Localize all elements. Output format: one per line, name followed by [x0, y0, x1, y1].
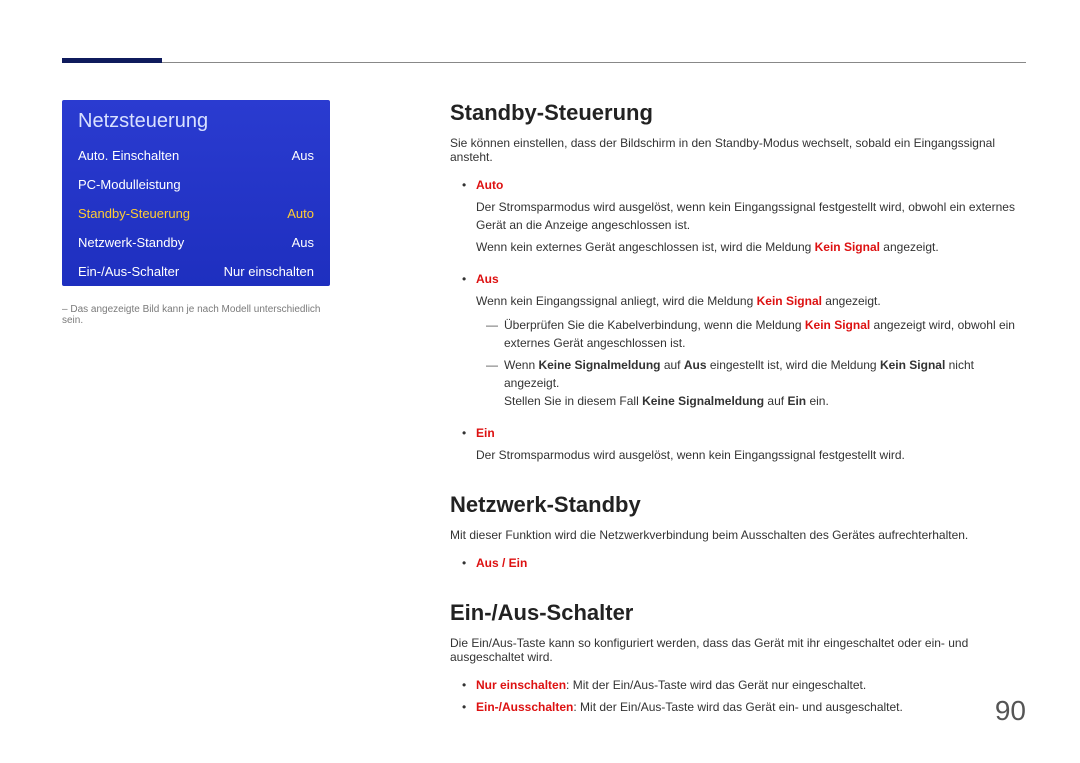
text: Wenn [504, 358, 538, 372]
topbar-rule [62, 62, 1026, 63]
text: : Mit der Ein/Aus-Taste wird das Gerät n… [566, 678, 866, 692]
text: auf [660, 358, 683, 372]
ein-p1: Der Stromsparmodus wird ausgelöst, wenn … [476, 446, 1030, 464]
menu-box: Netzsteuerung Auto. Einschalten Aus PC-M… [62, 100, 330, 286]
menu-item-value: Aus [292, 148, 314, 163]
menu-note: Das angezeigte Bild kann je nach Modell … [62, 304, 330, 326]
menu-item-label: Auto. Einschalten [78, 148, 179, 163]
menu-item-value: Aus [292, 235, 314, 250]
menu-item-label: PC-Modulleistung [78, 177, 181, 192]
label-ein-ausschalten: Ein-/Ausschalten [476, 700, 573, 714]
aus-p1: Wenn kein Eingangssignal anliegt, wird d… [476, 292, 1030, 310]
menu-item-label: Netzwerk-Standby [78, 235, 184, 250]
menu-item-standby-steuerung[interactable]: Standby-Steuerung Auto [62, 199, 330, 228]
section-schalter: Ein-/Aus-Schalter Die Ein/Aus-Taste kann… [450, 600, 1030, 716]
text: auf [764, 394, 787, 408]
bullet-ein: Ein Der Stromsparmodus wird ausgelöst, w… [454, 424, 1030, 464]
right-column: Standby-Steuerung Sie können einstellen,… [450, 100, 1030, 744]
left-column: Netzsteuerung Auto. Einschalten Aus PC-M… [62, 100, 330, 326]
standby-lead: Sie können einstellen, dass der Bildschi… [450, 136, 1030, 164]
menu-item-value: Nur einschalten [224, 264, 314, 279]
text: angezeigt. [822, 294, 881, 308]
text: Stellen Sie in diesem Fall [504, 394, 642, 408]
page-number: 90 [995, 695, 1026, 727]
topbar [0, 32, 1080, 64]
section-standby: Standby-Steuerung Sie können einstellen,… [450, 100, 1030, 464]
auto-p2: Wenn kein externes Gerät angeschlossen i… [476, 238, 1030, 256]
text-aus: Aus [684, 358, 707, 372]
heading-netzwerk: Netzwerk-Standby [450, 492, 1030, 518]
label-auto: Auto [476, 178, 503, 192]
text: : Mit der Ein/Aus-Taste wird das Gerät e… [573, 700, 903, 714]
text-kein-signal: Kein Signal [880, 358, 945, 372]
menu-items: Auto. Einschalten Aus PC-Modulleistung S… [62, 141, 330, 286]
menu-item-netzwerk-standby[interactable]: Netzwerk-Standby Aus [62, 228, 330, 257]
schalter-lead: Die Ein/Aus-Taste kann so konfiguriert w… [450, 636, 1030, 664]
aus-sub2: Wenn Keine Signalmeldung auf Aus eingest… [480, 356, 1030, 410]
text-keine-signalmeldung: Keine Signalmeldung [642, 394, 764, 408]
text: Wenn kein Eingangssignal anliegt, wird d… [476, 294, 757, 308]
text-ein: Ein [787, 394, 806, 408]
text-kein-signal: Kein Signal [757, 294, 822, 308]
menu-item-label: Ein-/Aus-Schalter [78, 264, 179, 279]
netzwerk-bullets: Aus / Ein [450, 554, 1030, 572]
standby-bullets: Auto Der Stromsparmodus wird ausgelöst, … [450, 176, 1030, 464]
text-keine-signalmeldung: Keine Signalmeldung [538, 358, 660, 372]
text: angezeigt. [880, 240, 939, 254]
schalter-bullets: Nur einschalten: Mit der Ein/Aus-Taste w… [450, 676, 1030, 716]
text: Wenn kein externes Gerät angeschlossen i… [476, 240, 815, 254]
label-aus: Aus [476, 272, 499, 286]
aus-sub1: Überprüfen Sie die Kabelverbindung, wenn… [480, 316, 1030, 352]
text-kein-signal: Kein Signal [815, 240, 880, 254]
menu-item-pc-modulleistung[interactable]: PC-Modulleistung [62, 170, 330, 199]
netzwerk-lead: Mit dieser Funktion wird die Netzwerkver… [450, 528, 1030, 542]
bullet-auto: Auto Der Stromsparmodus wird ausgelöst, … [454, 176, 1030, 256]
label-nur-einschalten: Nur einschalten [476, 678, 566, 692]
menu-item-auto-einschalten[interactable]: Auto. Einschalten Aus [62, 141, 330, 170]
text: Überprüfen Sie die Kabelverbindung, wenn… [504, 318, 805, 332]
label-aus-ein: Aus / Ein [476, 556, 527, 570]
menu-item-value: Auto [287, 206, 314, 221]
bullet-ein-ausschalten: Ein-/Ausschalten: Mit der Ein/Aus-Taste … [454, 698, 1030, 716]
text: ein. [806, 394, 829, 408]
page: Netzsteuerung Auto. Einschalten Aus PC-M… [0, 0, 1080, 763]
aus-sublist: Überprüfen Sie die Kabelverbindung, wenn… [476, 316, 1030, 410]
label-ein: Ein [476, 426, 495, 440]
heading-schalter: Ein-/Aus-Schalter [450, 600, 1030, 626]
menu-item-ein-aus-schalter[interactable]: Ein-/Aus-Schalter Nur einschalten [62, 257, 330, 286]
text: eingestellt ist, wird die Meldung [707, 358, 880, 372]
menu-title: Netzsteuerung [62, 100, 330, 141]
bullet-aus-ein: Aus / Ein [454, 554, 1030, 572]
heading-standby: Standby-Steuerung [450, 100, 1030, 126]
menu-item-label: Standby-Steuerung [78, 206, 190, 221]
auto-p1: Der Stromsparmodus wird ausgelöst, wenn … [476, 198, 1030, 234]
bullet-nur-einschalten: Nur einschalten: Mit der Ein/Aus-Taste w… [454, 676, 1030, 694]
bullet-aus: Aus Wenn kein Eingangssignal anliegt, wi… [454, 270, 1030, 410]
text-kein-signal: Kein Signal [805, 318, 870, 332]
topbar-tab [62, 58, 162, 63]
section-netzwerk: Netzwerk-Standby Mit dieser Funktion wir… [450, 492, 1030, 572]
